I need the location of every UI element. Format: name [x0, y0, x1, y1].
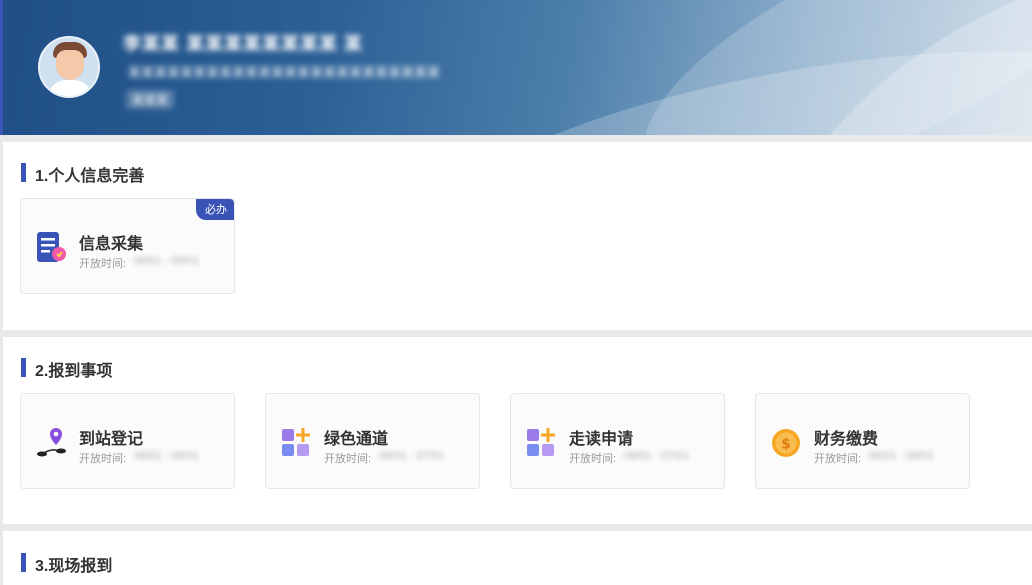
apps-plus-icon	[282, 428, 310, 456]
open-time-label: 开放时间:	[814, 453, 862, 465]
card-info-collection[interactable]: 必办 信息采集 开放时间: 06/01 - 09/01	[20, 198, 235, 294]
card-station-registration[interactable]: 到站登记 开放时间: 06/01 - 09/01	[20, 393, 235, 489]
apps-plus-icon	[527, 428, 555, 456]
open-time-value: 06/01 - 09/01	[134, 450, 199, 462]
section-title: 2.报到事项	[21, 357, 112, 381]
open-time-value: 06/01 - 07/01	[379, 450, 444, 462]
document-form-icon	[37, 232, 66, 262]
section-registration-items: 2.报到事项 到站登记 开放时间: 06/01 - 09/01 绿色通道 开放时…	[3, 337, 1032, 524]
avatar[interactable]	[38, 36, 100, 98]
section-personal-info: 1.个人信息完善 必办 信息采集 开放时间: 06/01 - 09/01	[3, 142, 1032, 330]
section-onsite-registration: 3.现场报到	[3, 531, 1032, 585]
open-time-label: 开放时间:	[569, 453, 617, 465]
location-route-icon	[37, 428, 66, 457]
open-time-label: 开放时间:	[324, 453, 372, 465]
card-financial-payment[interactable]: $ 财务缴费 开放时间: 06/01 - 09/01	[755, 393, 970, 489]
card-green-channel[interactable]: 绿色通道 开放时间: 06/01 - 07/01	[265, 393, 480, 489]
user-info: 某某某某某某某某某某某某某某某某某某某某某某某某	[128, 65, 441, 80]
card-name: 财务缴费	[814, 431, 879, 448]
svg-text:$: $	[781, 437, 791, 453]
open-time-value: 06/01 - 09/01	[869, 450, 934, 462]
open-time-value: 06/01 - 09/01	[134, 255, 199, 267]
section-title: 1.个人信息完善	[21, 162, 144, 186]
open-time-label: 开放时间:	[79, 258, 127, 270]
profile-banner: 李某某 某某某某某某某某 某 某某某某某某某某某某某某某某某某某某某某某某某某 …	[0, 0, 1032, 135]
coin-icon: $	[772, 429, 800, 457]
section-title: 3.现场报到	[21, 552, 112, 576]
open-time-value: 06/01 - 07/01	[624, 450, 689, 462]
card-name: 绿色通道	[324, 431, 389, 448]
user-tag: 某某某	[126, 90, 175, 109]
open-time-label: 开放时间:	[79, 453, 127, 465]
user-name: 李某某 某某某某某某某某 某	[123, 34, 364, 54]
card-name: 走读申请	[569, 431, 634, 448]
card-commute-application[interactable]: 走读申请 开放时间: 06/01 - 07/01	[510, 393, 725, 489]
card-name: 到站登记	[79, 431, 144, 448]
required-badge: 必办	[196, 199, 234, 220]
card-name: 信息采集	[79, 236, 144, 253]
